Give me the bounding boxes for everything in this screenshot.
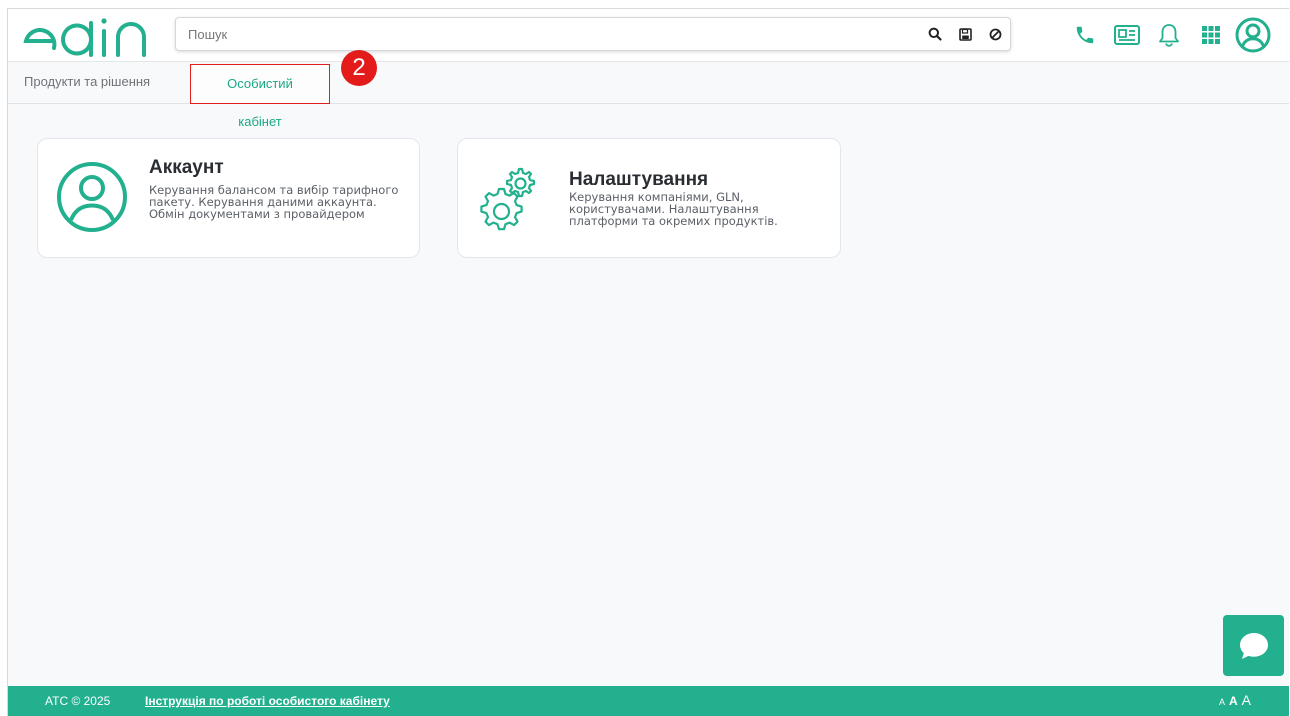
settings-card[interactable]: Налаштування Керування компаніями, GLN, … — [457, 138, 841, 258]
font-size-medium-button[interactable]: A — [1229, 694, 1238, 708]
apps-grid-icon — [1202, 26, 1220, 44]
news-button[interactable] — [1107, 15, 1147, 55]
user-profile-icon — [1235, 17, 1271, 53]
bell-icon — [1159, 24, 1179, 47]
tab-products-solutions[interactable]: Продукти та рішення — [10, 62, 164, 102]
account-card[interactable]: Аккаунт Керування балансом та вибір тари… — [37, 138, 420, 258]
profile-button[interactable] — [1233, 15, 1273, 55]
account-card-description: Керування балансом та вибір тарифного па… — [149, 183, 399, 221]
chat-bubble-icon — [1239, 632, 1268, 659]
clear-icon — [989, 28, 1001, 40]
chat-widget-button[interactable] — [1223, 615, 1284, 676]
search-icon — [928, 27, 942, 41]
save-search-button[interactable] — [950, 19, 980, 49]
cabinet-instruction-link[interactable]: Інструкція по роботі особистого кабінету — [145, 694, 390, 708]
font-size-small-button[interactable]: A — [1219, 697, 1225, 707]
step-marker-badge: 2 — [341, 50, 377, 86]
top-bar — [8, 9, 1289, 62]
notifications-button[interactable] — [1149, 15, 1189, 55]
account-user-icon — [57, 162, 127, 232]
clear-search-button[interactable] — [980, 19, 1010, 49]
account-card-title: Аккаунт — [149, 157, 224, 178]
news-icon — [1114, 25, 1140, 45]
app-window: Продукти та рішення Особистий кабінет 2 … — [7, 8, 1289, 716]
search-bar — [175, 17, 1011, 51]
copyright-text: ATC © 2025 — [45, 694, 111, 708]
search-input[interactable] — [176, 19, 920, 49]
settings-card-title: Налаштування — [569, 169, 709, 190]
settings-gears-icon — [480, 167, 536, 231]
tab-bar: Продукти та рішення Особистий кабінет 2 — [8, 50, 1289, 129]
phone-icon — [1076, 26, 1094, 44]
edin-logo[interactable] — [20, 15, 160, 57]
font-size-large-button[interactable]: A — [1242, 692, 1251, 708]
font-size-switcher: A A A — [1219, 692, 1251, 708]
settings-card-description: Керування компаніями, GLN, користувачами… — [569, 190, 778, 228]
footer: ATC © 2025 Інструкція по роботі особисто… — [8, 686, 1289, 716]
apps-button[interactable] — [1191, 15, 1231, 55]
phone-button[interactable] — [1065, 15, 1105, 55]
tab-personal-cabinet[interactable]: Особистий кабінет — [190, 64, 330, 129]
header-actions — [1063, 13, 1273, 57]
save-icon — [958, 27, 972, 41]
search-button[interactable] — [920, 19, 950, 49]
